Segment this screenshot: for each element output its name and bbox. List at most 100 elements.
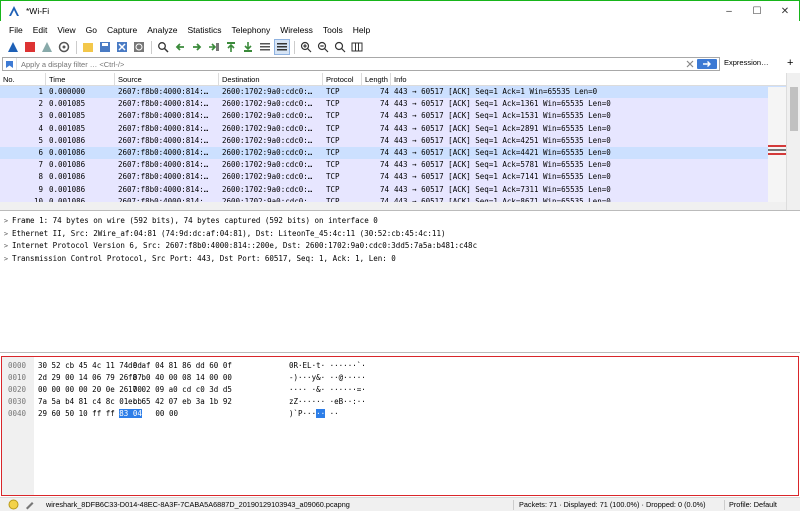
packet-row[interactable]: 4 0.001085 2607:f8b0:4000:814:… 2600:1702:9…: [0, 122, 800, 135]
packet-list-scrollbar[interactable]: [786, 73, 800, 210]
hex-bytes-right: dc af 04 81 86 dd 60 0f: [128, 361, 232, 370]
hex-bytes-left: 7a 5a b4 81 c4 8c 01 bb: [38, 397, 142, 406]
clear-filter-icon[interactable]: [685, 59, 695, 69]
column-no[interactable]: No.: [0, 73, 46, 85]
capture-comment-icon[interactable]: [24, 499, 35, 510]
expand-arrow-icon[interactable]: >: [0, 228, 12, 241]
normal-size-icon[interactable]: [332, 39, 348, 55]
packet-row[interactable]: 2 0.001085 2607:f8b0:4000:814:… 2600:1702:9…: [0, 98, 800, 111]
minimize-button[interactable]: –: [715, 1, 743, 21]
packet-cell-info: 443 → 60517 [ACK] Seq=1 Ack=1531 Win=655…: [394, 111, 611, 121]
go-to-packet-icon[interactable]: [206, 39, 222, 55]
restart-capture-icon[interactable]: [39, 39, 55, 55]
close-button[interactable]: ✕: [771, 1, 799, 21]
open-file-icon[interactable]: [80, 39, 96, 55]
go-first-packet-icon[interactable]: [223, 39, 239, 55]
packet-cell-no: 8: [38, 172, 43, 182]
expand-arrow-icon[interactable]: >: [0, 253, 12, 266]
ascii-bytes: ···· ·&· ······=·: [289, 385, 366, 394]
profile-label[interactable]: Profile: Default: [729, 500, 777, 509]
menu-analyze[interactable]: Analyze: [142, 25, 182, 35]
menu-telephony[interactable]: Telephony: [227, 25, 276, 35]
close-file-icon[interactable]: [114, 39, 130, 55]
packet-row[interactable]: 1 0.000000 2607:f8b0:4000:814:… 2600:1702:9…: [0, 86, 800, 99]
packet-cell-dst: 2600:1702:9a0:cdc0:…: [222, 123, 313, 133]
menu-go[interactable]: Go: [81, 25, 102, 35]
column-protocol[interactable]: Protocol: [323, 73, 362, 85]
menu-capture[interactable]: Capture: [102, 25, 142, 35]
packet-cell-dst: 2600:1702:9a0:cdc0:…: [222, 111, 313, 121]
zoom-out-icon[interactable]: [315, 39, 331, 55]
detail-frame[interactable]: > Frame 1: 74 bytes on wire (592 bits), 7…: [0, 215, 800, 228]
packet-cell-dst: 2600:1702:9a0:cdc0:…: [222, 160, 313, 170]
packet-cell-len: 74: [379, 111, 389, 121]
packet-row[interactable]: 6 0.001086 2607:f8b0:4000:814:… 2600:1702:9…: [0, 146, 800, 160]
column-destination[interactable]: Destination: [219, 73, 323, 85]
menu-statistics[interactable]: Statistics: [182, 25, 226, 35]
menu-help[interactable]: Help: [348, 25, 375, 35]
find-packet-icon[interactable]: [155, 39, 171, 55]
go-back-icon[interactable]: [172, 39, 188, 55]
hex-bytes-right: 17 02 09 a0 cd c0 3d d5: [128, 385, 232, 394]
packet-row[interactable]: 5 0.001086 2607:f8b0:4000:814:… 2600:1702:9…: [0, 134, 800, 147]
column-time[interactable]: Time: [46, 73, 115, 85]
packet-cell-proto: TCP: [326, 123, 340, 133]
menu-view[interactable]: View: [52, 25, 80, 35]
auto-scroll-icon[interactable]: [257, 39, 273, 55]
packet-cell-no: 1: [38, 87, 43, 96]
stop-capture-icon[interactable]: [22, 39, 38, 55]
packet-cell-time: 0.001086: [49, 160, 86, 170]
hex-bytes-right: f8 b0 40 00 08 14 00 00: [128, 373, 232, 382]
resize-columns-icon[interactable]: [349, 39, 365, 55]
column-length[interactable]: Length: [362, 73, 391, 85]
save-file-icon[interactable]: [97, 39, 113, 55]
packet-row[interactable]: 9 0.001086 2607:f8b0:4000:814:… 2600:1702:9…: [0, 183, 800, 196]
expand-arrow-icon[interactable]: >: [0, 240, 12, 253]
maximize-button[interactable]: ☐: [743, 1, 771, 21]
detail-ethernet[interactable]: > Ethernet II, Src: 2Wire_af:04:81 (74:9d…: [0, 228, 800, 241]
menu-edit[interactable]: Edit: [28, 25, 53, 35]
ascii-bytes: zZ······ ·eB··:··: [289, 397, 366, 406]
capture-options-icon[interactable]: [56, 39, 72, 55]
menu-wireless[interactable]: Wireless: [275, 25, 318, 35]
packet-row[interactable]: 8 0.001086 2607:f8b0:4000:814:… 2600:1702:9…: [0, 171, 800, 184]
expression-button[interactable]: Expression…: [724, 58, 769, 67]
packet-cell-info: 443 → 60517 [ACK] Seq=1 Ack=1 Win=65535 …: [394, 87, 598, 96]
packet-cell-src: 2607:f8b0:4000:814:…: [118, 184, 209, 194]
packet-cell-dst: 2600:1702:9a0:cdc0:…: [222, 184, 313, 194]
packet-cell-no: 2: [38, 99, 43, 109]
capture-file-name: wireshark_8DFB6C33-D014-48EC-8A3F-7CABA5…: [46, 500, 350, 509]
colorize-icon[interactable]: [274, 39, 290, 55]
packet-cell-time: 0.001086: [49, 135, 86, 145]
bookmark-icon[interactable]: [3, 58, 17, 70]
packet-cell-time: 0.000000: [49, 87, 86, 96]
menu-tools[interactable]: Tools: [318, 25, 348, 35]
scrollbar-thumb[interactable]: [790, 87, 798, 131]
column-source[interactable]: Source: [115, 73, 219, 85]
detail-tcp[interactable]: > Transmission Control Protocol, Src Port…: [0, 253, 800, 266]
display-filter-input[interactable]: [21, 59, 661, 69]
packet-row[interactable]: 3 0.001085 2607:f8b0:4000:814:… 2600:1702:9…: [0, 110, 800, 123]
menu-file[interactable]: File: [4, 25, 28, 35]
packet-cell-proto: TCP: [326, 147, 340, 157]
reload-file-icon[interactable]: [131, 39, 147, 55]
add-filter-button[interactable]: +: [787, 57, 793, 69]
packet-bytes: 0000 30 52 cb 45 4c 11 74 9d dc af 04 81 8…: [1, 356, 799, 496]
apply-filter-button[interactable]: [697, 59, 717, 69]
packet-cell-info: 443 → 60517 [ACK] Seq=1 Ack=7311 Win=655…: [394, 184, 611, 194]
ascii-bytes: 0R·EL·t· ······`·: [289, 361, 366, 370]
expand-arrow-icon[interactable]: >: [0, 215, 12, 228]
detail-ipv6[interactable]: > Internet Protocol Version 6, Src: 2607:…: [0, 240, 800, 253]
packet-list-hscrollbar[interactable]: [0, 202, 786, 210]
zoom-in-icon[interactable]: [298, 39, 314, 55]
packet-cell-src: 2607:f8b0:4000:814:…: [118, 147, 209, 157]
packet-cell-info: 443 → 60517 [ACK] Seq=1 Ack=2891 Win=655…: [394, 123, 611, 133]
expert-info-icon[interactable]: [8, 499, 19, 510]
packet-minimap[interactable]: [768, 87, 786, 210]
packet-cell-time: 0.001086: [49, 172, 86, 182]
column-info[interactable]: Info: [391, 73, 766, 85]
packet-row[interactable]: 7 0.001086 2607:f8b0:4000:814:… 2600:1702:9…: [0, 159, 800, 172]
go-last-packet-icon[interactable]: [240, 39, 256, 55]
go-forward-icon[interactable]: [189, 39, 205, 55]
start-capture-icon[interactable]: [5, 39, 21, 55]
